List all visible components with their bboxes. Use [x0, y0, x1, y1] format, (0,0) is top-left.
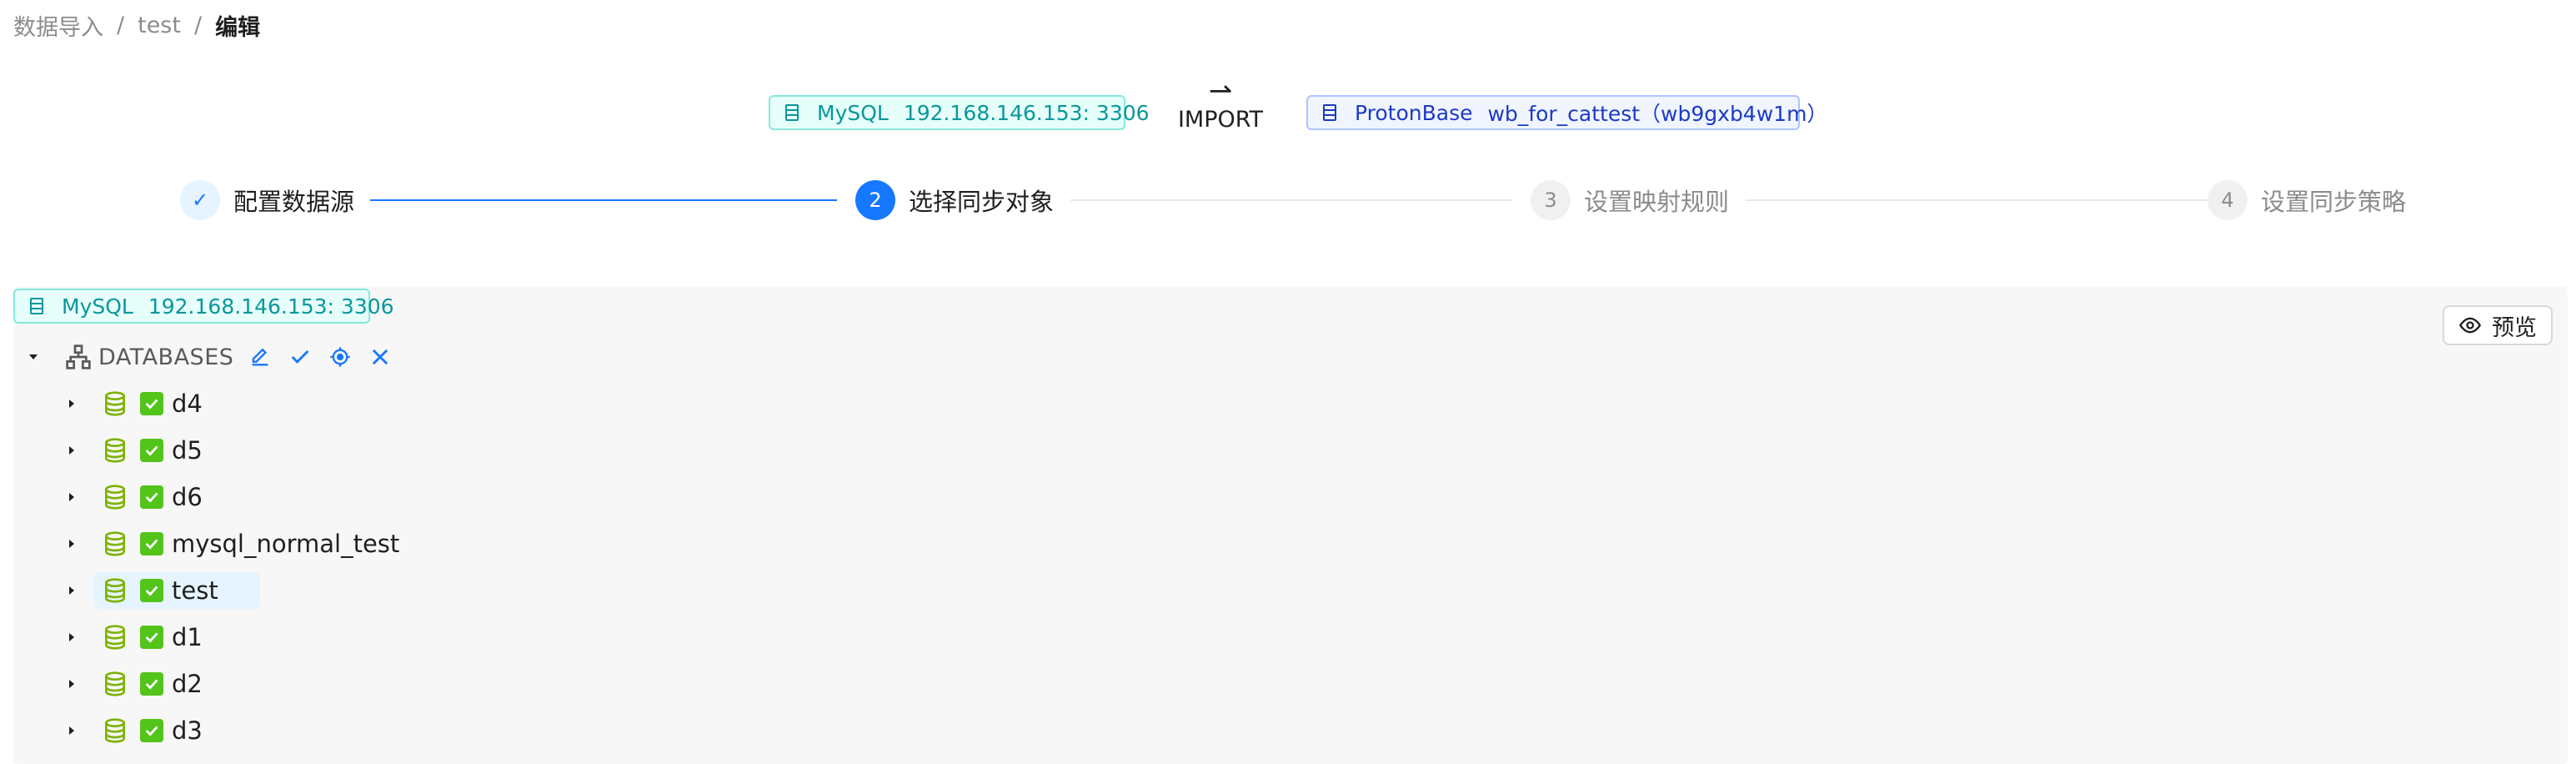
check-icon[interactable]	[287, 344, 313, 370]
tree-node-d4[interactable]: d4	[58, 380, 399, 427]
preview-label: 预览	[2492, 314, 2537, 341]
database-icon	[105, 485, 125, 510]
hierarchy-icon	[66, 344, 91, 369]
database-icon	[105, 671, 125, 696]
import-label: IMPORT	[1177, 107, 1264, 133]
database-icon	[105, 438, 125, 463]
tree-node-d1[interactable]: d1	[58, 614, 399, 661]
locate-icon[interactable]	[327, 344, 353, 370]
step-number: 2	[855, 180, 895, 220]
source-type: MySQL	[62, 294, 133, 319]
tree-node-label: d3	[172, 716, 203, 745]
checkbox-checked[interactable]	[140, 532, 163, 555]
source-address: 192.168.146.153: 3306	[903, 100, 1150, 125]
import-indicator: ⇀ IMPORT	[1170, 74, 1270, 133]
collapse-caret-icon[interactable]	[20, 344, 47, 370]
source-type: MySQL	[817, 100, 889, 125]
close-icon[interactable]	[367, 344, 393, 370]
checkbox-checked[interactable]	[140, 579, 163, 602]
tree-node-d2[interactable]: d2	[58, 661, 399, 707]
step-title: 设置映射规则	[1584, 188, 1730, 216]
source-tag: MySQL 192.168.146.153: 3306	[769, 95, 1150, 130]
step-done-check-icon: ✓	[180, 180, 220, 220]
expand-caret-icon[interactable]	[58, 717, 85, 744]
checkbox-checked[interactable]	[140, 719, 163, 742]
step-connector	[1746, 199, 2209, 201]
step-select-objects[interactable]: 2 选择同步对象	[855, 180, 1054, 220]
step-number: 4	[2208, 180, 2248, 220]
tree-node-test[interactable]: test	[58, 567, 399, 614]
target-name: wb_for_cattest（wb9gxb4w1m）	[1487, 102, 1828, 126]
step-mapping-rules[interactable]: 3 设置映射规则	[1531, 180, 1729, 220]
checkbox-checked[interactable]	[140, 392, 163, 415]
database-icon	[105, 391, 125, 416]
tree-node-label: d5	[172, 436, 203, 465]
expand-caret-icon[interactable]	[58, 577, 85, 604]
tree-root-label: DATABASES	[98, 344, 234, 370]
database-icon	[105, 531, 125, 556]
breadcrumb-current: 编辑	[215, 14, 261, 41]
eye-icon	[2458, 317, 2482, 334]
target-type: ProtonBase	[1355, 100, 1473, 125]
step-number: 3	[1531, 180, 1571, 220]
edit-icon[interactable]	[247, 344, 273, 370]
step-configure-source[interactable]: ✓ 配置数据源	[180, 180, 354, 220]
database-server-icon	[785, 104, 799, 121]
step-title: 设置同步策略	[2261, 188, 2407, 216]
target-tag: ProtonBase wb_for_cattest（wb9gxb4w1m）	[1306, 95, 1827, 130]
expand-caret-icon[interactable]	[58, 671, 85, 697]
database-server-icon	[1323, 104, 1336, 121]
breadcrumb-item-data-import[interactable]: 数据导入	[13, 9, 103, 42]
tree-node-mysql-normal-test[interactable]: mysql_normal_test	[58, 520, 399, 567]
tree-node-label: d4	[172, 390, 203, 418]
database-tree: d4 d5 d6 mysql_normal_test test d1 d2 d3	[58, 380, 399, 754]
tree-node-label: test	[172, 576, 218, 605]
tree-root: DATABASES	[20, 340, 393, 374]
checkbox-checked[interactable]	[140, 672, 163, 696]
breadcrumb: 数据导入 / test / 编辑	[13, 5, 260, 45]
expand-caret-icon[interactable]	[58, 624, 85, 651]
expand-caret-icon[interactable]	[58, 437, 85, 464]
source-address: 192.168.146.153: 3306	[148, 294, 394, 319]
database-icon	[105, 578, 125, 603]
tree-node-d3[interactable]: d3	[58, 707, 399, 754]
step-title: 配置数据源	[233, 188, 355, 216]
tree-node-label: d1	[172, 623, 203, 651]
breadcrumb-item-test[interactable]: test	[138, 13, 181, 38]
database-server-icon	[30, 298, 43, 314]
step-sync-strategy[interactable]: 4 设置同步策略	[2208, 180, 2406, 220]
expand-caret-icon[interactable]	[58, 390, 85, 417]
breadcrumb-separator: /	[193, 12, 203, 38]
expand-caret-icon[interactable]	[58, 530, 85, 557]
checkbox-checked[interactable]	[140, 439, 163, 462]
database-icon	[105, 625, 125, 650]
breadcrumb-separator: /	[117, 12, 125, 38]
tree-node-label: d6	[172, 483, 203, 511]
tree-node-label: mysql_normal_test	[172, 530, 400, 558]
checkbox-checked[interactable]	[140, 485, 163, 509]
database-icon	[105, 718, 125, 743]
preview-button[interactable]: 预览	[2443, 305, 2553, 345]
step-connector	[1070, 199, 1512, 201]
expand-caret-icon[interactable]	[58, 484, 85, 510]
step-title: 选择同步对象	[909, 188, 1055, 216]
import-arrow-icon: ⇀	[1208, 74, 1233, 108]
tree-node-label: d2	[172, 670, 203, 698]
panel-source-tag: MySQL 192.168.146.153: 3306	[13, 289, 394, 324]
tree-node-d5[interactable]: d5	[58, 427, 399, 474]
step-connector	[370, 199, 837, 201]
tree-node-d6[interactable]: d6	[58, 474, 399, 520]
checkbox-checked[interactable]	[140, 626, 163, 649]
